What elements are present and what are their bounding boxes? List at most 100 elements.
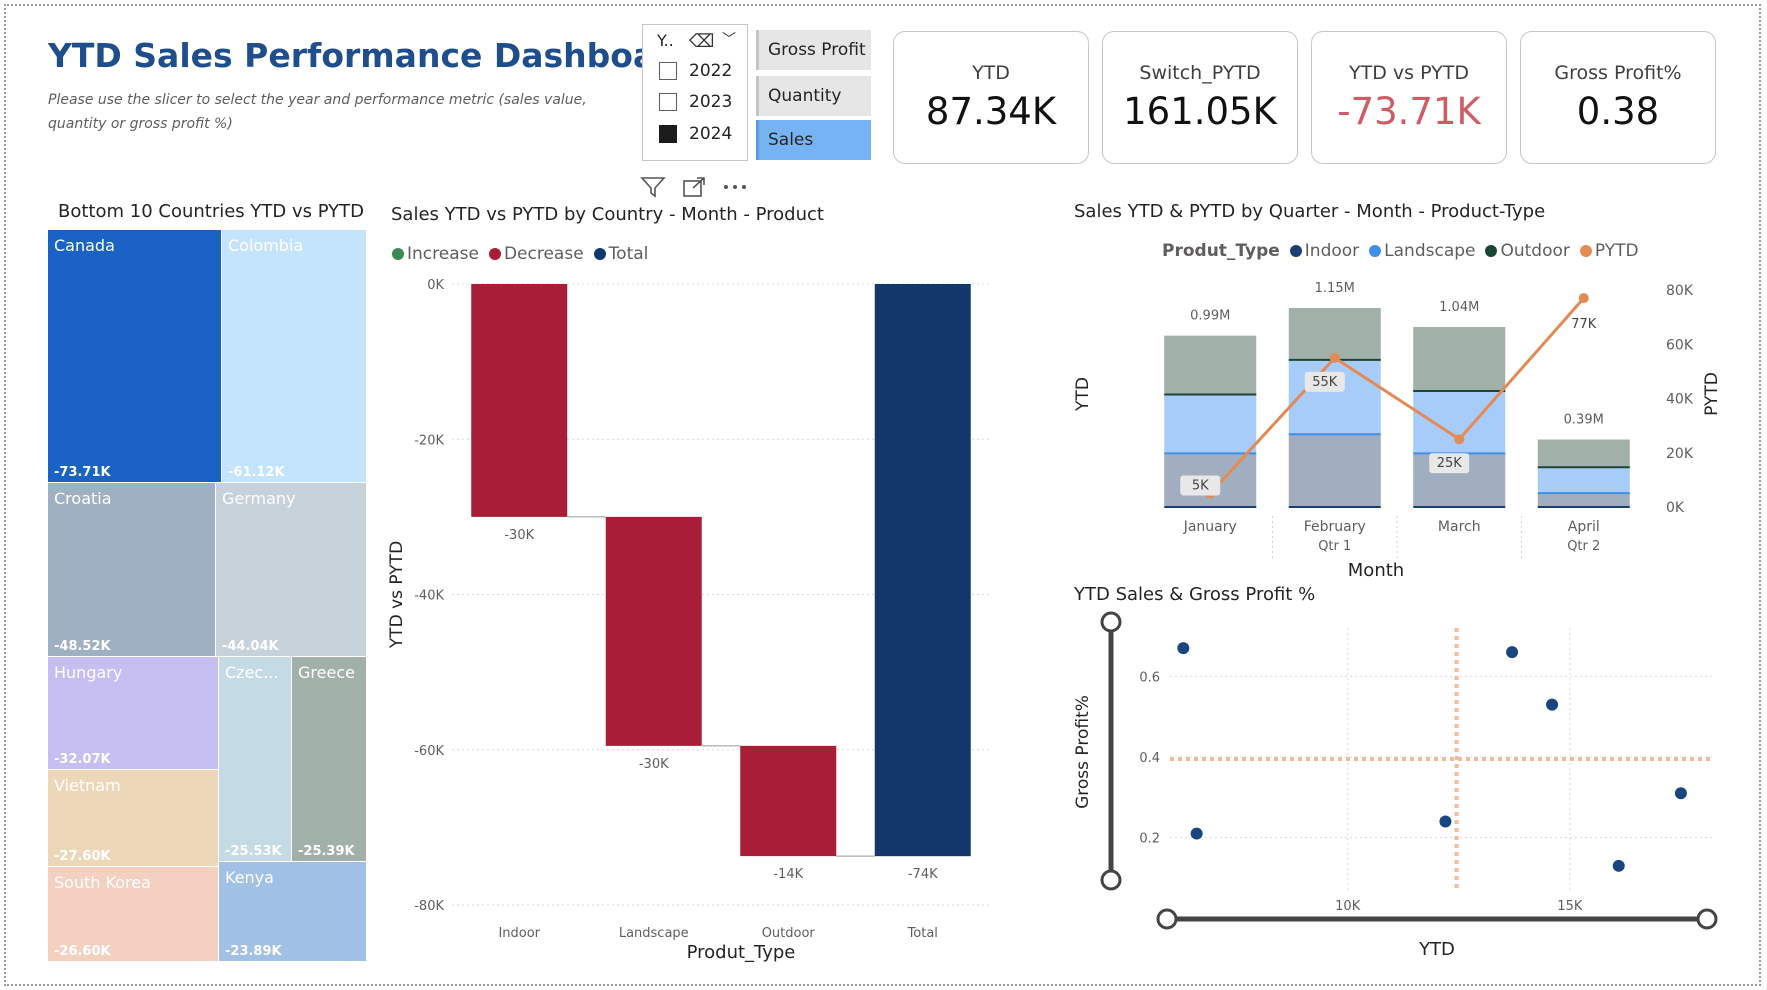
scatter-point <box>1674 787 1687 800</box>
scatter-point <box>1612 859 1625 872</box>
y2-tick-label: 80K <box>1666 283 1694 299</box>
chevron-down-icon[interactable]: ﹀ <box>722 29 736 49</box>
treemap-title: Bottom 10 Countries YTD vs PYTD <box>58 201 365 222</box>
filter-icon[interactable] <box>640 175 666 199</box>
tile-value: -25.53K <box>225 844 282 859</box>
treemap-tile-south-korea[interactable]: South Korea -26.60K <box>48 867 218 961</box>
treemap-tile-canada[interactable]: Canada -73.71K <box>48 230 221 482</box>
slicer-option-label: 2024 <box>689 124 733 144</box>
kpi-card-ytd: YTD 87.34K <box>893 31 1089 164</box>
y2-axis-title: PYTD <box>1702 372 1722 416</box>
slicer-option-2022[interactable]: 2022 <box>659 61 732 81</box>
y2-tick-label: 40K <box>1666 392 1694 408</box>
y-tick-label: 0.4 <box>1139 751 1160 766</box>
legend-label: Total <box>608 244 649 264</box>
tile-name: South Korea <box>54 873 151 892</box>
tile-value: -26.60K <box>54 944 111 959</box>
legend-item-increase[interactable]: Increase <box>392 244 479 264</box>
legend-label: Decrease <box>503 244 584 264</box>
slicer-option-label: 2023 <box>689 92 733 112</box>
quantity-button[interactable]: Quantity <box>756 76 871 116</box>
tile-name: Czec... <box>225 663 279 682</box>
data-label: -74K <box>908 867 938 882</box>
checkbox[interactable] <box>659 93 677 111</box>
tile-name: Germany <box>222 489 296 508</box>
treemap-tile-vietnam[interactable]: Vietnam -27.60K <box>48 770 218 866</box>
slicer-header: Y.. <box>657 31 674 50</box>
x-tick-label: Total <box>907 926 938 941</box>
legend-dot <box>1579 245 1592 257</box>
checkbox-checked[interactable] <box>659 125 677 143</box>
y-zoom-handle-top <box>1100 611 1122 633</box>
waterfall-title: Sales YTD vs PYTD by Country - Month - P… <box>391 204 824 225</box>
legend-label: Landscape <box>1384 241 1476 261</box>
stacked-bar-segment <box>1288 434 1381 507</box>
focus-mode-icon[interactable] <box>682 175 706 199</box>
legend-item-total[interactable]: Total <box>593 244 649 264</box>
legend-dot <box>1369 245 1382 257</box>
slicer-option-2023[interactable]: 2023 <box>659 92 732 112</box>
tile-value: -44.04K <box>222 639 279 654</box>
y-zoom-handle-bottom <box>1100 869 1122 891</box>
treemap-tile-croatia[interactable]: Croatia -48.52K <box>48 483 215 656</box>
checkbox[interactable] <box>659 62 677 80</box>
combo-legend: Produt_Type Indoor Landscape Outdoor PYT… <box>1162 241 1639 261</box>
legend-item-pytd[interactable]: PYTD <box>1579 241 1639 261</box>
x-tick-label: Outdoor <box>762 926 816 941</box>
scatter-point <box>1506 646 1519 659</box>
y2-tick-label: 20K <box>1666 446 1694 462</box>
page-subtitle: Please use the slicer to select the year… <box>48 92 587 132</box>
x-tick-label: 15K <box>1557 899 1583 914</box>
treemap-tile-czech[interactable]: Czec... -25.53K <box>219 657 291 861</box>
kpi-card-switch-pytd: Switch_PYTD 161.05K <box>1102 31 1298 164</box>
year-slicer[interactable]: Y.. ⌫ ﹀ 2022 2023 2024 <box>642 24 748 161</box>
legend-label: Outdoor <box>1500 241 1570 261</box>
y2-tick-label: 60K <box>1666 337 1694 353</box>
scatter-point <box>1439 815 1452 828</box>
legend-item-landscape[interactable]: Landscape <box>1369 241 1475 261</box>
sales-button[interactable]: Sales <box>756 120 871 160</box>
total-label: 1.15M <box>1315 281 1355 296</box>
pytd-label: 55K <box>1312 375 1338 390</box>
y-tick-label: 0.2 <box>1139 832 1160 847</box>
tile-value: -25.39K <box>298 844 355 859</box>
tile-name: Vietnam <box>54 776 121 795</box>
waterfall-bar <box>605 516 702 746</box>
treemap-chart: Canada -73.71K Colombia -61.12K Croatia -48… <box>48 230 366 961</box>
x-tick-label: January <box>1183 519 1237 535</box>
kpi-label: Gross Profit% <box>1554 62 1682 84</box>
waterfall-bar <box>874 284 971 857</box>
pytd-point <box>1454 434 1465 445</box>
x-tick-label: March <box>1438 519 1481 535</box>
eraser-icon[interactable]: ⌫ <box>689 31 714 52</box>
y-axis-title: YTD vs PYTD <box>387 541 407 649</box>
legend-dot <box>488 248 501 260</box>
stacked-bar-segment <box>1164 335 1257 395</box>
legend-item-indoor[interactable]: Indoor <box>1289 241 1359 261</box>
gross-profit-button[interactable]: Gross Profit <box>756 30 871 70</box>
tile-value: -73.71K <box>54 465 111 480</box>
data-label: -30K <box>639 757 669 772</box>
slicer-option-2024[interactable]: 2024 <box>659 124 732 144</box>
treemap-tile-colombia[interactable]: Colombia -61.12K <box>222 230 366 482</box>
legend-dot <box>392 248 404 260</box>
more-options-icon[interactable] <box>722 175 748 199</box>
x-zoom-handle-right <box>1696 908 1718 930</box>
treemap-tile-germany[interactable]: Germany -44.04K <box>216 483 366 656</box>
waterfall-legend: Increase Decrease Total <box>392 244 648 264</box>
kpi-label: YTD vs PYTD <box>1349 62 1469 84</box>
legend-item-outdoor[interactable]: Outdoor <box>1485 241 1570 261</box>
kpi-label: YTD <box>972 62 1010 84</box>
treemap-tile-kenya[interactable]: Kenya -23.89K <box>219 862 366 961</box>
treemap-tile-greece[interactable]: Greece -25.39K <box>292 657 366 861</box>
legend-item-decrease[interactable]: Decrease <box>488 244 584 264</box>
tile-name: Hungary <box>54 663 123 682</box>
treemap-tile-hungary[interactable]: Hungary -32.07K <box>48 657 218 769</box>
quarter-label: Qtr 2 <box>1567 539 1600 554</box>
pytd-label: 5K <box>1192 478 1209 493</box>
scatter-title: YTD Sales & Gross Profit % <box>1074 584 1316 605</box>
kpi-value: 87.34K <box>925 90 1057 133</box>
legend-title: Produt_Type <box>1162 241 1280 261</box>
tile-value: -48.52K <box>54 639 111 654</box>
y-tick-label: 0.6 <box>1139 670 1160 685</box>
